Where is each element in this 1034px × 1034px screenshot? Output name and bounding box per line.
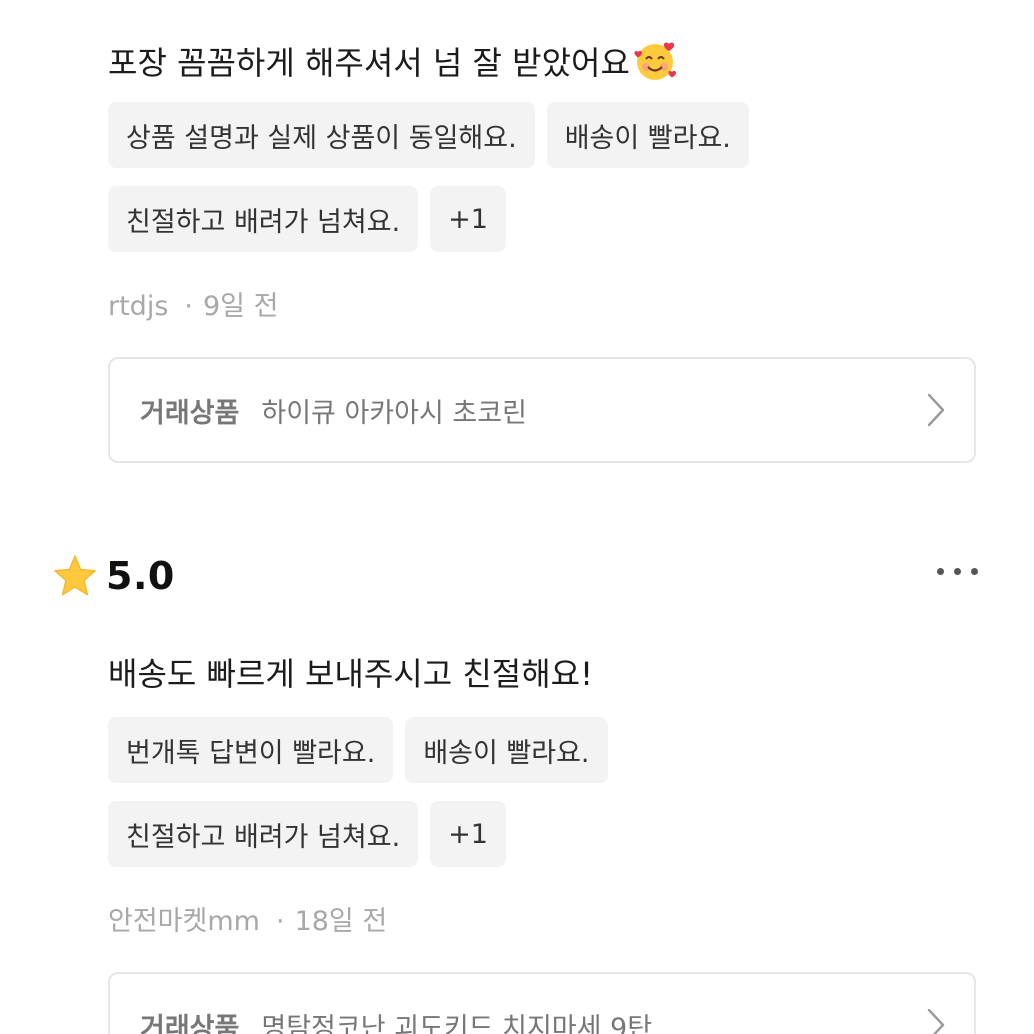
review-tag: 상품 설명과 실제 상품이 동일해요. [108, 102, 535, 168]
tag-row: 친절하고 배려가 넘쳐요. +1 [108, 186, 506, 252]
tag-row: 번개톡 답변이 빨라요. 배송이 빨라요. [108, 717, 608, 783]
tag-row: 친절하고 배려가 넘쳐요. +1 [108, 801, 506, 867]
review-text-content: 포장 꼼꼼하게 해주셔서 넘 잘 받았어요 [108, 44, 630, 82]
review-meta: 안전마켓mm · 18일 전 [108, 899, 387, 938]
review-tag: 배송이 빨라요. [546, 102, 749, 168]
review-tag: 친절하고 배려가 넘쳐요. [108, 186, 419, 252]
more-tags-button[interactable]: +1 [430, 186, 506, 252]
tag-row: 상품 설명과 실제 상품이 동일해요. 배송이 빨라요. [108, 102, 749, 168]
product-card[interactable]: 거래상품 명탐정코난 괴도키드 치지마세 9탄 [108, 972, 976, 1034]
separator: · [275, 906, 285, 937]
review-tag: 번개톡 답변이 빨라요. [108, 717, 394, 783]
time-ago: 18일 전 [294, 906, 388, 937]
product-card[interactable]: 거래상품 하이큐 아카아시 초코린 [108, 357, 976, 463]
more-tags-button[interactable]: +1 [430, 801, 506, 867]
review-list: 포장 꼼꼼하게 해주셔서 넘 잘 받았어요 상품 설명과 실제 상품이 동일해요… [0, 0, 1034, 1034]
separator: · [184, 291, 193, 322]
rating-row: 5.0 [52, 546, 982, 606]
product-name: 하이큐 아카아시 초코린 [261, 397, 527, 429]
review-text: 배송도 빠르게 보내주시고 친절해요! [108, 652, 593, 696]
smiling-face-with-hearts-icon [634, 42, 676, 80]
review-tag: 친절하고 배려가 넘쳐요. [108, 801, 419, 867]
more-options-icon[interactable] [937, 568, 978, 575]
product-name: 명탐정코난 괴도키드 치지마세 9탄 [261, 1012, 653, 1034]
author-name[interactable]: rtdjs [108, 291, 168, 322]
time-ago: 9일 전 [203, 291, 279, 322]
chevron-right-icon [927, 1008, 945, 1034]
star-icon [54, 555, 96, 596]
rating-score: 5.0 [106, 554, 175, 598]
review-text-content: 배송도 빠르게 보내주시고 친절해요! [108, 655, 593, 693]
review-text: 포장 꼼꼼하게 해주셔서 넘 잘 받았어요 [108, 38, 678, 85]
product-label: 거래상품 [140, 1012, 240, 1034]
review-tag: 배송이 빨라요. [405, 717, 608, 783]
chevron-right-icon [927, 393, 945, 427]
review-meta: rtdjs · 9일 전 [108, 284, 278, 323]
product-label: 거래상품 [140, 397, 240, 429]
author-name[interactable]: 안전마켓mm [108, 906, 260, 937]
